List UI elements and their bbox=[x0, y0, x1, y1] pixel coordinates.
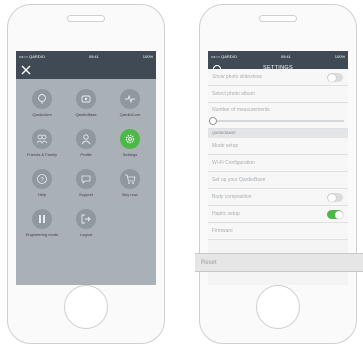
measurements-slider[interactable] bbox=[209, 117, 344, 125]
toggle-knob bbox=[334, 210, 343, 219]
tile-label: Support bbox=[78, 192, 93, 197]
tile-qardiobase[interactable]: QardioBase bbox=[64, 89, 108, 117]
tile-label: QardioArm bbox=[32, 112, 52, 117]
tile-label: QardioCore bbox=[119, 112, 141, 117]
row-label: Show photo slideshow bbox=[212, 74, 262, 80]
row-label: Wi-Fi Configuration bbox=[212, 160, 255, 166]
phone-frame-left: •••○○ QARDIO 09:41 100% QardioArm Qardio… bbox=[7, 4, 165, 344]
status-bar: •••○○ QARDIO 09:41 100% bbox=[16, 51, 156, 61]
slideshow-toggle[interactable] bbox=[327, 73, 343, 82]
settings-row-mode-setup[interactable]: Mode setup bbox=[208, 138, 348, 155]
toggle-knob bbox=[327, 73, 336, 82]
people-icon bbox=[32, 129, 52, 149]
row-label: Set up your QardioBase bbox=[212, 177, 266, 183]
tile-label: Help bbox=[37, 192, 47, 197]
tile-buy-now[interactable]: Buy now bbox=[108, 169, 152, 197]
reset-label: Reset bbox=[201, 260, 217, 266]
speaker-grille bbox=[259, 15, 297, 22]
settings-row-body-composition[interactable]: Body composition bbox=[208, 189, 348, 206]
heart-monitor-icon bbox=[32, 89, 52, 109]
battery-label: 100% bbox=[334, 53, 345, 59]
tile-settings[interactable]: Settings bbox=[108, 129, 152, 157]
toggle-knob bbox=[327, 193, 336, 202]
tile-support[interactable]: Support bbox=[64, 169, 108, 197]
time-label: 09:41 bbox=[88, 53, 99, 59]
settings-row-slideshow[interactable]: Show photo slideshow bbox=[208, 69, 348, 86]
tile-label: Friends & Family bbox=[26, 152, 57, 157]
settings-row-wifi[interactable]: Wi-Fi Configuration bbox=[208, 155, 348, 172]
section-header: QARDIOBASE bbox=[208, 129, 348, 138]
question-icon: ? bbox=[32, 169, 52, 189]
svg-text:?: ? bbox=[40, 177, 44, 183]
logout-icon bbox=[76, 209, 96, 229]
tile-qardioarm[interactable]: QardioArm bbox=[20, 89, 64, 117]
speaker-grille bbox=[67, 15, 105, 22]
phone-frame-right: •••○○ QARDIO 09:41 100% SETTINGS Show ph… bbox=[199, 4, 357, 344]
settings-row-photo-album[interactable]: Select photo album bbox=[208, 86, 348, 103]
cart-icon bbox=[120, 169, 140, 189]
settings-row-haptic[interactable]: Haptic setup bbox=[208, 206, 348, 223]
tile-label: Profile bbox=[80, 152, 92, 157]
carrier-label: •••○○ QARDIO bbox=[19, 53, 45, 59]
body-composition-toggle[interactable] bbox=[327, 193, 343, 202]
carrier-label: •••○○ QARDIO bbox=[211, 53, 237, 59]
tile-qardiocore[interactable]: QardioCore bbox=[108, 89, 152, 117]
row-label: Select photo album bbox=[212, 91, 255, 97]
home-button[interactable] bbox=[64, 285, 108, 329]
row-label: Mode setup bbox=[212, 143, 239, 149]
menu-grid: QardioArm QardioBase QardioCore Friends … bbox=[16, 79, 156, 285]
time-label: 09:41 bbox=[280, 53, 291, 59]
tile-label: Settings bbox=[122, 152, 138, 157]
settings-row-measurements: Number of measurements bbox=[208, 103, 348, 129]
row-label: Body composition bbox=[212, 194, 252, 200]
battery-label: 100% bbox=[142, 53, 153, 59]
haptic-toggle[interactable] bbox=[327, 210, 343, 219]
tile-label: Engineering mode bbox=[25, 232, 59, 237]
person-icon bbox=[76, 129, 96, 149]
menu-screen: •••○○ QARDIO 09:41 100% QardioArm Qardio… bbox=[16, 51, 156, 285]
tile-engineering-mode[interactable]: Engineering mode bbox=[20, 209, 64, 237]
gear-icon bbox=[120, 129, 140, 149]
home-button[interactable] bbox=[256, 285, 300, 329]
slider-thumb[interactable] bbox=[209, 117, 217, 125]
tile-label: Logout bbox=[79, 232, 93, 237]
tile-label: Buy now bbox=[122, 192, 138, 197]
reset-row[interactable]: Reset bbox=[195, 253, 363, 272]
tile-label: QardioBase bbox=[75, 112, 97, 117]
row-label: Firmware bbox=[212, 228, 233, 234]
row-label: Haptic setup bbox=[212, 211, 240, 217]
scale-icon bbox=[76, 89, 96, 109]
tile-profile[interactable]: Profile bbox=[64, 129, 108, 157]
row-label: Number of measurements bbox=[212, 107, 270, 113]
tile-help[interactable]: ? Help bbox=[20, 169, 64, 197]
settings-row-firmware[interactable]: Firmware bbox=[208, 223, 348, 240]
settings-screen: •••○○ QARDIO 09:41 100% SETTINGS Show ph… bbox=[208, 51, 348, 285]
tile-logout[interactable]: Logout bbox=[64, 209, 108, 237]
nav-bar bbox=[16, 61, 156, 79]
sliders-icon bbox=[32, 209, 52, 229]
close-icon[interactable] bbox=[20, 64, 32, 76]
tile-friends-family[interactable]: Friends & Family bbox=[20, 129, 64, 157]
chat-icon bbox=[76, 169, 96, 189]
ecg-icon bbox=[120, 89, 140, 109]
status-bar: •••○○ QARDIO 09:41 100% bbox=[208, 51, 348, 61]
settings-row-setup-base[interactable]: Set up your QardioBase bbox=[208, 172, 348, 189]
